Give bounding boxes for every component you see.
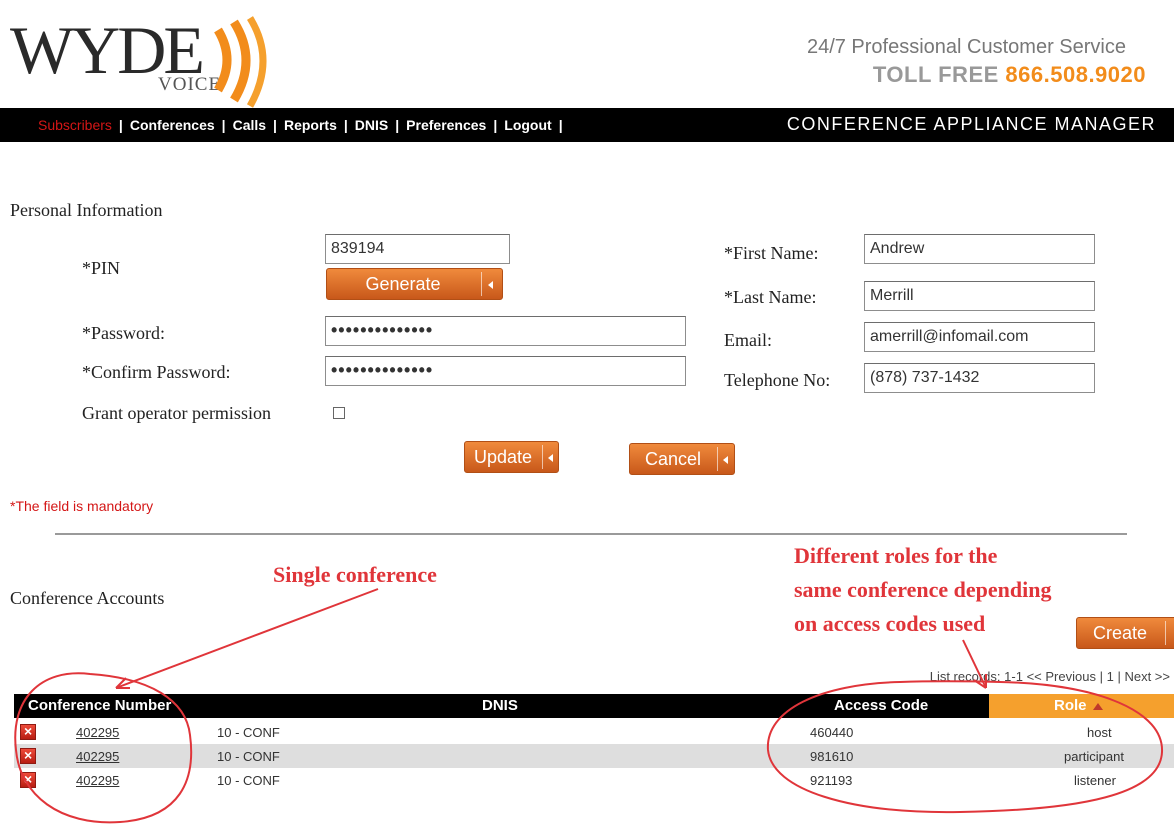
caret-left-icon: [723, 456, 728, 464]
conference-number-link[interactable]: 402295: [76, 749, 119, 764]
nav-logout[interactable]: Logout: [504, 117, 551, 133]
email-label: Email:: [724, 330, 772, 350]
nav-subscribers[interactable]: Subscribers: [38, 117, 112, 133]
nav-calls[interactable]: Calls: [233, 117, 266, 133]
toll-free-label: TOLL FREE: [872, 62, 999, 87]
customer-service-text: 24/7 Professional Customer Service: [806, 36, 1126, 58]
pin-field[interactable]: 839194: [325, 234, 510, 264]
wyde-voice-logo: WYDE VOICE: [10, 14, 275, 108]
nav-dnis[interactable]: DNIS: [355, 117, 388, 133]
telephone-label: Telephone No:: [724, 370, 831, 390]
role-cell: host: [1087, 725, 1112, 740]
conference-number-link[interactable]: 402295: [76, 773, 119, 788]
operator-permission-checkbox[interactable]: [333, 407, 345, 419]
access-code-cell: 921193: [810, 773, 853, 788]
nav-separator: |: [118, 117, 123, 133]
annotation-roles-line1: Different roles for the: [794, 543, 998, 568]
confirm-password-field[interactable]: ••••••••••••••: [325, 356, 686, 386]
dropdown-divider: [481, 272, 482, 296]
nav-separator: |: [273, 117, 277, 133]
confirm-password-label: *Confirm Password:: [82, 362, 231, 382]
annotation-roles-line2: same conference depending: [794, 577, 1052, 602]
caret-left-icon: [488, 281, 493, 289]
nav-separator: |: [221, 117, 226, 133]
annotation-single-conference: Single conference: [273, 562, 437, 587]
caret-left-icon: [548, 454, 553, 462]
create-button[interactable]: Create: [1076, 617, 1174, 649]
pager-previous-link[interactable]: << Previous: [1027, 669, 1096, 684]
delete-icon[interactable]: ×: [20, 771, 36, 788]
pin-label: *PIN: [82, 258, 121, 278]
pager-next-link[interactable]: Next >>: [1124, 669, 1170, 684]
pager-page-link[interactable]: 1: [1107, 669, 1114, 684]
password-label: *Password:: [82, 323, 166, 343]
mandatory-field-note: *The field is mandatory: [10, 498, 154, 514]
nav-separator: |: [343, 117, 348, 133]
access-code-cell: 460440: [810, 725, 854, 740]
section-heading-personal: Personal Information: [10, 200, 163, 220]
table-row: × 402295 10 - CONF 981610 participant: [14, 744, 1174, 768]
generate-button-label: Generate: [365, 274, 441, 294]
pager-prefix: List records:: [929, 669, 1001, 684]
nav-separator: |: [493, 117, 498, 133]
cancel-button-label: Cancel: [644, 449, 702, 469]
section-divider: [55, 533, 1127, 535]
first-name-field[interactable]: Andrew: [864, 234, 1095, 264]
telephone-field[interactable]: (878) 737-1432: [864, 363, 1095, 393]
dropdown-divider: [717, 447, 718, 471]
sort-ascending-icon: [1093, 703, 1103, 710]
toll-free-line: TOLL FREE 866.508.9020: [873, 62, 1146, 88]
conference-number-link[interactable]: 402295: [76, 725, 119, 740]
col-header-dnis[interactable]: DNIS: [482, 697, 518, 714]
nav-conferences[interactable]: Conferences: [130, 117, 215, 133]
update-button[interactable]: Update: [464, 441, 559, 473]
dnis-cell: 10 - CONF: [217, 725, 280, 740]
toll-free-number: 866.508.9020: [1005, 62, 1146, 87]
dropdown-divider: [1165, 621, 1166, 645]
dnis-cell: 10 - CONF: [217, 749, 280, 764]
pagination: List records: 1-1 << Previous | 1 | Next…: [930, 669, 1170, 684]
dnis-cell: 10 - CONF: [217, 773, 280, 788]
sound-waves-icon: [214, 16, 267, 108]
nav-reports[interactable]: Reports: [284, 117, 337, 133]
table-header: Conference Number DNIS Access Code Role: [14, 694, 1174, 718]
nav-preferences[interactable]: Preferences: [406, 117, 486, 133]
access-code-cell: 981610: [810, 749, 854, 764]
operator-permission-label: Grant operator permission: [82, 403, 271, 423]
col-header-role[interactable]: Role: [989, 694, 1174, 718]
create-button-label: Create: [1092, 623, 1148, 643]
first-name-label: *First Name:: [724, 243, 819, 263]
app-title: CONFERENCE APPLIANCE MANAGER: [786, 114, 1156, 134]
role-cell: listener: [1074, 773, 1116, 788]
last-name-field[interactable]: Merrill: [864, 281, 1095, 311]
pager-separator: |: [1099, 669, 1103, 684]
col-header-access-code[interactable]: Access Code: [834, 697, 928, 714]
password-field[interactable]: ••••••••••••••: [325, 316, 686, 346]
email-field[interactable]: amerrill@infomail.com: [864, 322, 1095, 352]
last-name-label: *Last Name:: [724, 287, 817, 307]
role-cell: participant: [1064, 749, 1124, 764]
delete-icon[interactable]: ×: [20, 747, 36, 764]
cancel-button[interactable]: Cancel: [629, 443, 735, 475]
nav-menu: Subscribers | Conferences | Calls | Reports | DN…: [38, 117, 570, 133]
nav-separator: |: [558, 117, 563, 133]
generate-button[interactable]: Generate: [326, 268, 503, 300]
col-header-role-label: Role: [1054, 697, 1087, 714]
section-heading-conference-accounts: Conference Accounts: [10, 588, 165, 608]
delete-icon[interactable]: ×: [20, 723, 36, 740]
update-button-label: Update: [473, 447, 533, 467]
dropdown-divider: [542, 445, 543, 469]
table-row: × 402295 10 - CONF 460440 host: [14, 720, 1174, 744]
pager-separator: |: [1117, 669, 1121, 684]
nav-separator: |: [395, 117, 400, 133]
pager-range: 1-1: [1004, 669, 1023, 684]
table-row: × 402295 10 - CONF 921193 listener: [14, 768, 1174, 792]
col-header-conference-number[interactable]: Conference Number: [28, 697, 171, 714]
top-navigation-bar: Subscribers | Conferences | Calls | Reports | DN…: [0, 108, 1174, 142]
annotation-roles-line3: on access codes used: [794, 611, 986, 636]
